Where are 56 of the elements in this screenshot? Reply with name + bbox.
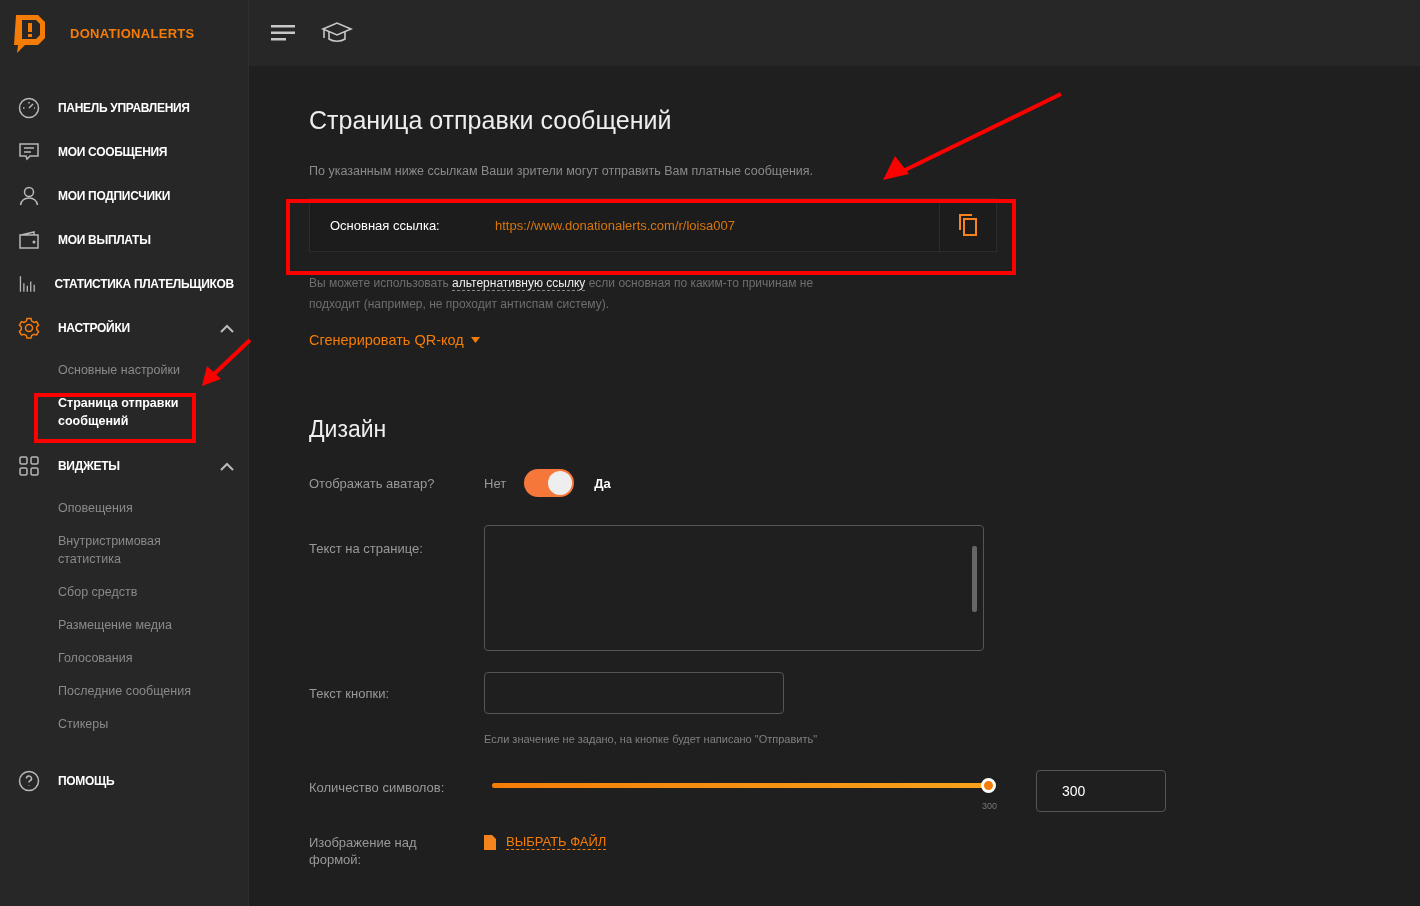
slider-max-label: 300 <box>980 801 997 811</box>
sidebar-item[interactable]: НАСТРОЙКИ <box>0 306 248 350</box>
chevron-icon[interactable] <box>220 323 234 333</box>
caret-icon <box>470 337 480 343</box>
sidebar-item[interactable]: ПОМОЩЬ <box>0 759 248 803</box>
file-icon <box>484 835 496 850</box>
page-text-field[interactable] <box>484 525 984 651</box>
page-title: Страница отправки сообщений <box>309 106 673 135</box>
sidebar-item[interactable]: ВИДЖЕТЫ <box>0 444 248 488</box>
menu-icon[interactable] <box>271 24 295 42</box>
field-label: Количество символов: <box>309 779 446 796</box>
toggle-off-label: Нет <box>484 475 507 491</box>
sidebar-item[interactable]: МОИ ПОДПИСЧИКИ <box>0 174 248 218</box>
sidebar-item[interactable]: МОИ СООБЩЕНИЯ <box>0 130 248 174</box>
char-count-field[interactable]: 300 <box>1036 770 1166 812</box>
field-label: Отображать аватар? <box>309 474 436 492</box>
avatar-toggle[interactable] <box>524 469 575 497</box>
sidebar-item[interactable]: СТАТИСТИКА ПЛАТЕЛЬЩИКОВ <box>0 262 248 306</box>
annotation-arrow <box>200 338 252 388</box>
grid-icon <box>17 454 41 478</box>
gear-icon <box>17 316 41 340</box>
brand-name: DONATIONALERTS <box>70 25 195 41</box>
chevron-icon[interactable] <box>220 461 234 471</box>
copy-icon <box>959 214 977 236</box>
sidebar-subitem[interactable]: Основные настройки <box>58 354 248 387</box>
sidebar-subitem[interactable]: Страница отправки сообщений <box>58 387 248 438</box>
generate-qr-button[interactable]: Сгенерировать QR-код <box>309 332 480 348</box>
question-icon <box>17 769 41 793</box>
alternative-link-note: Вы можете использовать альтернативную ссылку если основная по каким-то причинам не подходит (например, не проходит антиспам систему). <box>309 275 815 313</box>
section-title: Дизайн <box>309 416 388 443</box>
field-label: Изображение над формой: <box>309 834 418 868</box>
button-text-field[interactable] <box>484 672 784 714</box>
donation-link[interactable]: https://www.donationalerts.com/r/loisa007 <box>495 217 939 233</box>
slider-thumb[interactable] <box>981 778 996 793</box>
choose-file-button[interactable]: ВЫБРАТЬ ФАЙЛ <box>506 834 607 850</box>
sidebar-subitem[interactable]: Внутристримовая статистика <box>58 525 248 576</box>
graduation-cap-icon[interactable] <box>321 21 353 45</box>
toggle-on-label: Да <box>594 475 611 491</box>
sidebar-subitem[interactable]: Голосования <box>58 642 248 675</box>
wallet-icon <box>17 228 41 252</box>
sidebar-item[interactable]: МОИ ВЫПЛАТЫ <box>0 218 248 262</box>
sidebar-subitem[interactable]: Оповещения <box>58 492 248 525</box>
sidebar-subitem[interactable]: Стикеры <box>58 708 248 741</box>
field-hint: Если значение не задано, на кнопке будет написано "Отправить" <box>484 733 819 745</box>
person-icon <box>17 184 41 208</box>
link-label: Основная ссылка: <box>329 217 441 233</box>
gauge-icon <box>17 96 41 120</box>
logo-icon <box>12 12 48 54</box>
sidebar-subitem[interactable]: Сбор средств <box>58 576 248 609</box>
field-label: Текст кнопки: <box>309 684 391 702</box>
sidebar-item[interactable]: ПАНЕЛЬ УПРАВЛЕНИЯ <box>0 86 248 130</box>
page-description: По указанным ниже ссылкам Ваши зрители могут отправить Вам платные сообщения. <box>309 164 815 178</box>
alternative-link[interactable]: альтернативную ссылку <box>452 276 586 291</box>
field-label: Текст на странице: <box>309 540 424 557</box>
sidebar-subitem[interactable]: Размещение медиа <box>58 609 248 642</box>
sidebar-subitem[interactable]: Последние сообщения <box>58 675 248 708</box>
